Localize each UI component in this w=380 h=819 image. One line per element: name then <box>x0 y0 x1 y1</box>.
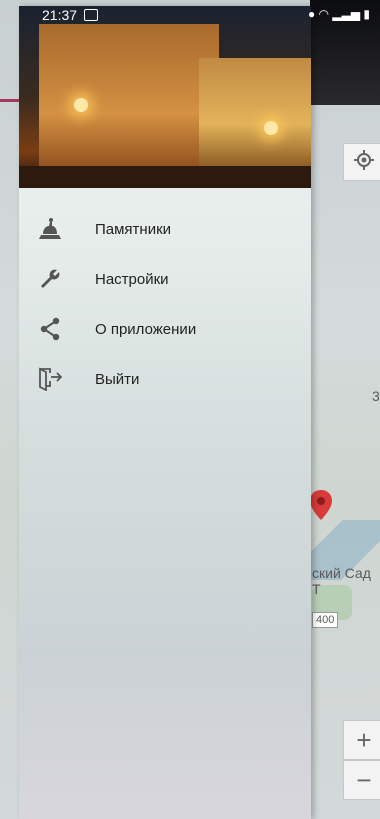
drawer-menu: Памятники Настройки О приложении Выйти <box>19 204 311 404</box>
navigation-drawer[interactable]: Памятники Настройки О приложении Выйти <box>19 6 311 819</box>
map-place-label: ский Сад Т <box>312 565 371 597</box>
building-facade <box>39 24 219 174</box>
menu-item-about[interactable]: О приложении <box>19 304 311 354</box>
monument-icon <box>35 214 65 244</box>
street-lamp <box>74 98 88 112</box>
target-icon <box>354 149 374 175</box>
wrench-icon <box>35 264 65 294</box>
accent-line <box>0 99 19 102</box>
menu-item-label: Памятники <box>95 220 172 238</box>
zoom-out-button[interactable]: − <box>343 760 380 800</box>
my-location-button[interactable] <box>343 143 380 181</box>
zoom-in-button[interactable]: + <box>343 720 380 760</box>
status-time: 21:37 <box>42 7 78 23</box>
map-road-label: 400 <box>312 612 339 628</box>
menu-item-settings[interactable]: Настройки <box>19 254 311 304</box>
menu-item-label: Выйти <box>95 370 140 388</box>
menu-item-exit[interactable]: Выйти <box>19 354 311 404</box>
menu-item-label: О приложении <box>95 320 197 338</box>
battery-icon: ▮ <box>363 7 370 21</box>
menu-item-label: Настройки <box>95 270 169 288</box>
signal-icon: ▂▃▅ <box>332 7 361 21</box>
status-bar: 21:37 ● ◠ ▂▃▅ ▮ <box>0 0 380 28</box>
share-icon <box>35 314 65 344</box>
location-icon: ● <box>307 7 316 21</box>
wifi-icon: ◠ <box>318 7 330 21</box>
exit-icon <box>35 364 65 394</box>
map-pin-icon[interactable] <box>310 490 332 520</box>
gallery-icon <box>84 9 98 21</box>
status-icons: ● ◠ ▂▃▅ ▮ <box>308 7 370 21</box>
map-letter-label: 3 <box>372 388 380 404</box>
drawer-header-image <box>19 6 311 188</box>
street <box>19 166 311 188</box>
building-wing <box>199 58 311 168</box>
street-lamp <box>264 121 278 135</box>
menu-item-monuments[interactable]: Памятники <box>19 204 311 254</box>
